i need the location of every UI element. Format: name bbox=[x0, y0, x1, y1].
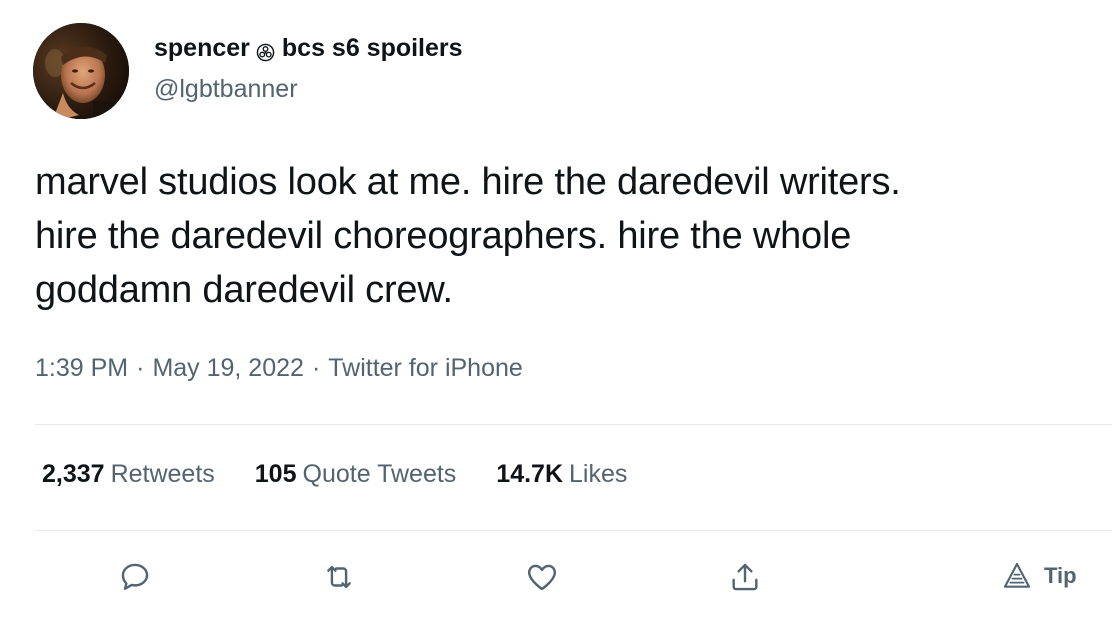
like-button[interactable] bbox=[521, 556, 563, 598]
display-name[interactable]: spencer bcs s6 spoilers bbox=[154, 34, 463, 63]
tip-icon bbox=[1003, 562, 1031, 588]
likes-stat[interactable]: 14.7K Likes bbox=[496, 460, 627, 489]
divider bbox=[35, 530, 1112, 531]
avatar[interactable] bbox=[33, 23, 129, 119]
tweet-date[interactable]: May 19, 2022 bbox=[152, 354, 304, 382]
tweet-text: marvel studios look at me. hire the dare… bbox=[35, 155, 1105, 317]
retweet-button[interactable] bbox=[318, 556, 360, 598]
biohazard-icon bbox=[256, 40, 275, 62]
tweet-time[interactable]: 1:39 PM bbox=[35, 354, 128, 382]
quotes-label: Quote Tweets bbox=[302, 460, 457, 488]
meta-separator: · bbox=[136, 354, 145, 382]
tweet: spencer bcs s6 spoilers @lgbtbanner marv… bbox=[0, 0, 1112, 630]
tweet-text-line: hire the daredevil choreographers. hire … bbox=[35, 215, 852, 257]
meta-separator: · bbox=[311, 354, 321, 382]
retweet-icon bbox=[327, 565, 351, 589]
share-button[interactable] bbox=[724, 556, 766, 598]
tweet-source[interactable]: Twitter for iPhone bbox=[328, 354, 523, 382]
divider bbox=[35, 424, 1112, 425]
retweets-count: 2,337 bbox=[42, 460, 105, 488]
tweet-text-line: goddamn daredevil crew. bbox=[35, 269, 453, 311]
likes-label: Likes bbox=[569, 460, 628, 488]
quotes-count: 105 bbox=[254, 460, 297, 488]
reply-button[interactable] bbox=[114, 556, 156, 598]
user-handle[interactable]: @lgbtbanner bbox=[154, 75, 298, 104]
retweets-stat[interactable]: 2,337 Retweets bbox=[42, 460, 215, 489]
tip-label: Tip bbox=[1044, 563, 1077, 588]
heart-icon bbox=[528, 564, 556, 590]
tip-button[interactable]: Tip bbox=[1000, 560, 1077, 592]
display-name-part1: spencer bbox=[154, 34, 250, 62]
retweets-label: Retweets bbox=[110, 460, 215, 488]
tweet-meta: 1:39 PM · May 19, 2022 · Twitter for iPhone bbox=[35, 354, 523, 383]
quotes-stat[interactable]: 105 Quote Tweets bbox=[255, 460, 457, 489]
likes-count: 14.7K bbox=[496, 460, 564, 488]
share-icon bbox=[732, 563, 758, 591]
reply-icon bbox=[121, 563, 149, 590]
engagement-stats: 2,337 Retweets 105 Quote Tweets 14.7K Likes bbox=[42, 460, 627, 489]
tweet-text-line: marvel studios look at me. hire the dare… bbox=[35, 161, 901, 203]
display-name-part2: bcs s6 spoilers bbox=[281, 34, 463, 62]
